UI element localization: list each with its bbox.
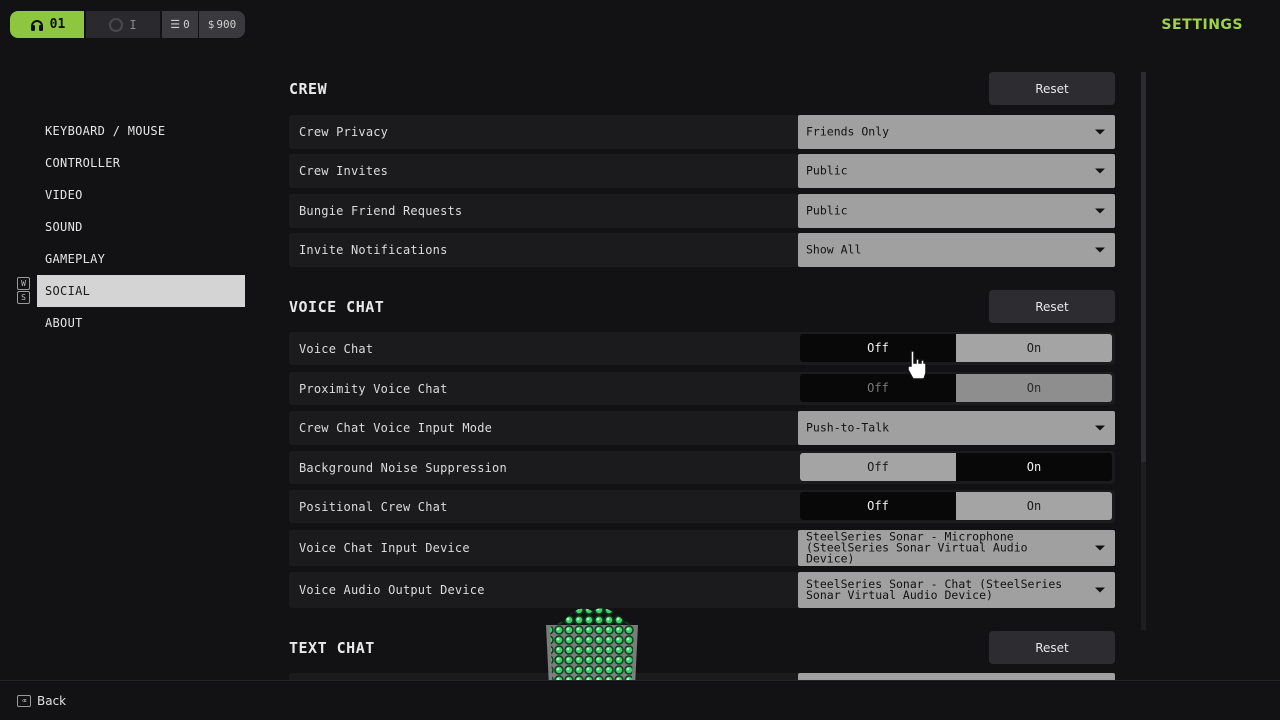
rank-label: 01 [49,17,66,32]
nav-item-controller[interactable]: CONTROLLER [37,147,245,179]
settings-scrollbar[interactable] [1141,72,1146,630]
setting-row-output-device: Voice Audio Output Device SteelSeries So… [289,572,1115,608]
input-device-dropdown[interactable]: SteelSeries Sonar - Microphone (SteelSer… [798,530,1115,566]
key-hint-w: W [17,277,30,290]
setting-row-noise-suppression: Background Noise Suppression Off On [289,451,1115,484]
proximity-voice-toggle: Off On [800,374,1112,402]
caret-down-icon [1095,587,1105,593]
setting-row-proximity-voice-chat: Proximity Voice Chat Off On [289,372,1115,405]
setting-row-input-device: Voice Chat Input Device SteelSeries Sona… [289,530,1115,566]
secondary-label: I [129,17,137,32]
nav-item-about[interactable]: ABOUT [37,307,245,339]
crew-privacy-dropdown[interactable]: Friends Only [798,115,1115,149]
toggle-off-option[interactable]: Off [800,453,956,481]
back-button[interactable]: Back [37,694,66,708]
toggle-on-option[interactable]: On [956,334,1112,362]
toggle-off-option[interactable]: Off [800,334,956,362]
nav-item-social[interactable]: SOCIAL [37,275,245,307]
setting-row-crew-invites: Crew Invites Public [289,154,1115,188]
input-mode-dropdown[interactable]: Push-to-Talk [798,411,1115,445]
scrollbar-thumb[interactable] [1141,72,1146,462]
invite-notifications-dropdown[interactable]: Show All [798,233,1115,267]
headset-icon [30,19,43,31]
setting-label: Background Noise Suppression [299,460,507,475]
caret-down-icon [1095,208,1105,214]
setting-row-voice-chat: Voice Chat Off On [289,332,1115,365]
positional-crew-chat-toggle: Off On [800,492,1112,520]
toggle-off-option[interactable]: Off [800,374,956,402]
counter-label: 0 [183,18,190,31]
dropdown-value: Public [806,203,848,218]
settings-panel: CREW Reset Crew Privacy Friends Only Cre… [289,72,1115,680]
setting-label: Invite Notifications [299,243,448,257]
toggle-on-option[interactable]: On [956,374,1112,402]
setting-row-friend-requests: Bungie Friend Requests Public [289,194,1115,228]
secondary-badge: I [86,11,160,38]
nav-item-keyboard-mouse[interactable]: KEYBOARD / MOUSE [37,115,245,147]
setting-row-invite-notifications: Invite Notifications Show All [289,233,1115,267]
partial-dropdown[interactable] [798,673,1115,680]
currency-icon: $ [207,18,215,31]
nav-key-hints: W S [17,277,31,304]
caret-down-icon [1095,247,1105,253]
dropdown-value: SteelSeries Sonar - Chat (SteelSeries So… [806,577,1063,602]
dropdown-value: SteelSeries Sonar - Microphone (SteelSer… [806,529,1028,566]
text-section-header: TEXT CHAT Reset [289,631,1115,665]
setting-label: Crew Chat Voice Input Mode [299,421,493,435]
hand-cursor-icon [907,350,927,380]
key-hint-s: S [17,291,30,304]
toggle-on-option[interactable]: On [956,453,1112,481]
setting-row-crew-privacy: Crew Privacy Friends Only [289,115,1115,149]
setting-label: Voice Chat Input Device [299,541,470,555]
dropdown-value: Friends Only [806,124,890,139]
settings-nav: KEYBOARD / MOUSE CONTROLLER VIDEO SOUND … [37,115,245,339]
nav-item-gameplay[interactable]: GAMEPLAY [37,243,245,275]
section-title-crew: CREW [289,80,328,98]
setting-row-positional-crew-chat: Positional Crew Chat Off On [289,490,1115,523]
toggle-on-option[interactable]: On [956,492,1112,520]
page-title: SETTINGS [1161,17,1243,33]
currency-badge: $ 900 [199,11,245,38]
section-title-text-chat: TEXT CHAT [289,639,375,657]
section-title-voice-chat: VOICE CHAT [289,298,385,316]
setting-row-input-mode: Crew Chat Voice Input Mode Push-to-Talk [289,411,1115,445]
crew-section-header: CREW Reset [289,72,1115,106]
setting-label: Crew Privacy [299,125,389,139]
dropdown-value: Push-to-Talk [806,420,890,435]
counter-badge: ☰ 0 [162,11,198,38]
keyboard-key-icon: ⌫ [17,695,31,707]
crew-reset-button[interactable]: Reset [989,72,1115,105]
list-icon: ☰ [170,18,181,31]
caret-down-icon [1095,129,1105,135]
voice-reset-button[interactable]: Reset [989,290,1115,323]
player-rank-badge: 01 [10,11,84,38]
friend-requests-dropdown[interactable]: Public [798,194,1115,228]
dropdown-value: Public [806,163,848,178]
voice-section-header: VOICE CHAT Reset [289,290,1115,324]
setting-label: Positional Crew Chat [299,499,448,514]
caret-down-icon [1095,425,1105,431]
nav-item-video[interactable]: VIDEO [37,179,245,211]
setting-label: Bungie Friend Requests [299,204,463,218]
dropdown-value: Show All [806,242,862,257]
text-reset-button[interactable]: Reset [989,631,1115,664]
toggle-off-option[interactable]: Off [800,492,956,520]
footer-bar: ⌫ Back [0,680,1280,720]
currency-label: 900 [216,18,237,31]
setting-label: Voice Audio Output Device [299,583,485,597]
setting-label: Proximity Voice Chat [299,381,448,396]
output-device-dropdown[interactable]: SteelSeries Sonar - Chat (SteelSeries So… [798,572,1115,608]
caret-down-icon [1095,545,1105,551]
ring-icon [109,17,124,32]
crew-invites-dropdown[interactable]: Public [798,154,1115,188]
setting-label: Voice Chat [299,341,374,356]
noise-suppression-toggle: Off On [800,453,1112,481]
setting-row-partial [289,673,1115,680]
voice-chat-toggle: Off On [800,334,1112,362]
setting-label: Crew Invites [299,164,389,178]
status-bar: 01 I ☰ 0 $ 900 [10,11,245,38]
caret-down-icon [1095,168,1105,174]
nav-item-sound[interactable]: SOUND [37,211,245,243]
